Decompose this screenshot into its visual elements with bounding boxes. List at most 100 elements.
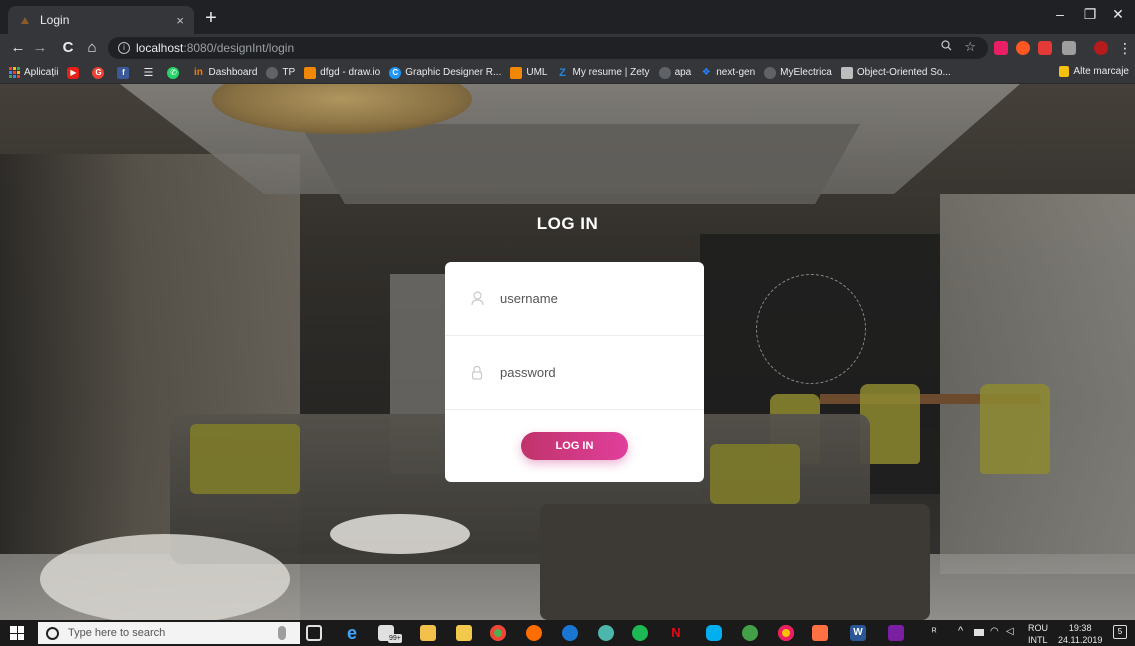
bookmark-label: UML	[526, 67, 548, 78]
tray-chevron-icon[interactable]: ^	[958, 626, 963, 637]
back-button[interactable]: ←	[8, 38, 28, 58]
password-field-row	[445, 336, 704, 410]
taskbar-search-placeholder: Type here to search	[68, 627, 166, 639]
bookmark-label: MyElectrica	[780, 67, 832, 78]
bookmark-label: next-gen	[716, 67, 756, 78]
shopping-bag-icon[interactable]	[420, 625, 436, 641]
microphone-icon[interactable]	[278, 626, 286, 640]
windows-taskbar: Type here to search e 99+ N W ᴿ ^ ◠ ◁ RO…	[0, 620, 1135, 646]
tab-close-icon[interactable]: ×	[176, 13, 184, 28]
bookmark-zety[interactable]: Z My resume | Zety	[557, 66, 649, 79]
app-green-icon[interactable]	[742, 625, 758, 641]
username-input[interactable]	[500, 291, 680, 306]
bookmark-apps[interactable]: Aplicații	[8, 67, 58, 79]
new-tab-button[interactable]: +	[200, 8, 222, 30]
bookmark-google[interactable]: G	[92, 66, 108, 79]
bookmark-dashboard[interactable]: in Dashboard	[192, 67, 257, 79]
document-icon	[840, 66, 853, 79]
start-windows-icon[interactable]	[10, 626, 24, 640]
chrome-canary-icon[interactable]	[778, 625, 794, 641]
app-leaf-icon[interactable]	[598, 625, 614, 641]
bookmark-object-oriented[interactable]: Object-Oriented So...	[840, 66, 951, 79]
zety-icon: Z	[559, 66, 566, 79]
bookmark-youtube[interactable]: ▶	[67, 66, 83, 79]
cortana-icon	[46, 626, 59, 640]
volume-icon[interactable]: ◁	[1006, 627, 1014, 637]
bookmark-whatsapp[interactable]: ✆	[167, 66, 183, 79]
background-chair	[980, 384, 1050, 474]
bookmark-menu[interactable]: ☰	[142, 67, 158, 79]
minimize-button[interactable]: –	[1045, 6, 1075, 22]
extension-fire-icon[interactable]	[1016, 41, 1030, 55]
taskbar-search-box[interactable]: Type here to search	[38, 622, 300, 644]
zoom-icon[interactable]	[941, 40, 952, 54]
language-code: ROU	[1028, 623, 1048, 633]
other-bookmarks[interactable]: Alte marcaje	[1059, 66, 1129, 77]
background-coffee-table	[40, 534, 290, 620]
bookmark-myelectrica[interactable]: MyElectrica	[764, 66, 832, 79]
extension-generic-icon[interactable]	[1062, 41, 1076, 55]
globe-icon	[764, 66, 777, 79]
notification-center-icon[interactable]: 5	[1113, 625, 1127, 639]
restore-button[interactable]: ❐	[1075, 6, 1105, 23]
forward-button[interactable]: →	[30, 38, 50, 58]
bookmark-label: dfgd - draw.io	[320, 67, 381, 78]
app-check-icon[interactable]	[562, 625, 578, 641]
bookmark-star-icon[interactable]: ☆	[964, 39, 976, 55]
extension-adblock-icon[interactable]	[1038, 41, 1052, 55]
site-info-icon[interactable]: i	[118, 42, 130, 54]
bookmark-tp[interactable]: TP	[266, 66, 295, 79]
login-form: LOG IN	[445, 262, 704, 482]
bookmark-label: Object-Oriented So...	[856, 67, 951, 78]
jira-icon: ❖	[701, 67, 711, 78]
youtube-icon: ▶	[67, 66, 80, 79]
bookmark-facebook[interactable]: f	[117, 66, 133, 79]
designer-icon: C	[389, 66, 402, 79]
browser-menu-icon[interactable]: ⋮	[1118, 39, 1132, 57]
whatsapp-icon: ✆	[167, 66, 180, 79]
bookmark-apa[interactable]: apa	[658, 66, 692, 79]
clock-date: 24.11.2019	[1058, 635, 1103, 645]
spotify-icon[interactable]	[632, 625, 648, 641]
profile-avatar[interactable]	[1094, 41, 1108, 55]
bookmark-drawio[interactable]: dfgd - draw.io	[304, 66, 381, 79]
browser-tab-strip: Login × + – ❐ ✕	[0, 0, 1135, 34]
address-bar[interactable]: i localhost:8080/designInt/login ☆	[108, 37, 988, 59]
skype-icon[interactable]	[706, 625, 722, 641]
close-window-button[interactable]: ✕	[1103, 6, 1133, 23]
wifi-icon[interactable]: ◠	[990, 627, 999, 637]
login-button[interactable]: LOG IN	[521, 432, 628, 460]
edge-icon[interactable]: e	[344, 624, 360, 642]
apps-grid-icon	[8, 67, 20, 79]
clock-time: 19:38	[1068, 623, 1092, 633]
page-favicon-icon	[18, 13, 32, 27]
firefox-icon[interactable]	[526, 625, 542, 641]
task-view-icon[interactable]	[306, 625, 322, 641]
background-sofa-chaise	[540, 504, 930, 620]
clock[interactable]: 19:38 24.11.2019	[1058, 624, 1102, 645]
chrome-icon[interactable]	[490, 625, 506, 641]
file-explorer-icon[interactable]	[456, 625, 472, 641]
bookmark-graphic-designer[interactable]: C Graphic Designer R...	[389, 66, 501, 79]
bookmark-label: apa	[674, 67, 692, 78]
bookmark-next-gen[interactable]: ❖ next-gen	[700, 67, 755, 79]
background-clock	[756, 274, 866, 384]
people-icon[interactable]: ᴿ	[932, 628, 937, 638]
battery-icon[interactable]	[974, 629, 984, 636]
word-icon[interactable]: W	[850, 625, 866, 641]
globe-icon	[266, 66, 279, 79]
other-bookmarks-label: Alte marcaje	[1073, 66, 1129, 77]
home-button[interactable]: ⌂	[82, 38, 102, 58]
bookmark-uml[interactable]: UML	[510, 66, 548, 79]
bookmark-label: Aplicații	[24, 67, 59, 78]
language-indicator[interactable]: ROU INTL	[1028, 624, 1048, 645]
powerpoint-icon[interactable]	[812, 625, 828, 641]
password-input[interactable]	[500, 365, 680, 380]
onenote-icon[interactable]	[888, 625, 904, 641]
reload-button[interactable]: C	[58, 38, 78, 58]
google-icon: G	[92, 66, 105, 79]
browser-toolbar: ← → C ⌂ i localhost:8080/designInt/login…	[0, 34, 1135, 62]
tab-login[interactable]: Login ×	[8, 6, 194, 34]
netflix-icon[interactable]: N	[668, 625, 684, 641]
extension-gp-icon[interactable]	[994, 41, 1008, 55]
